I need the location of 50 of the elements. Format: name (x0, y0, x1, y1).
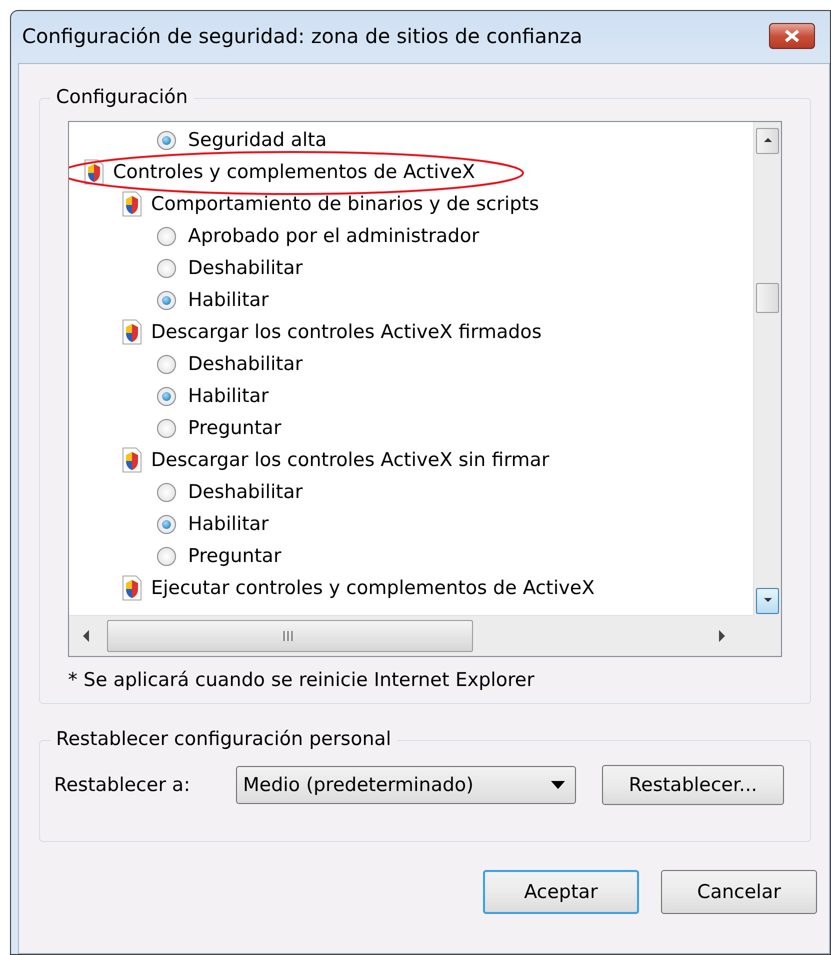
group-title: Restablecer configuración personal (50, 728, 398, 750)
option-label[interactable]: Deshabilitar (188, 353, 303, 375)
radio-button[interactable] (157, 354, 176, 374)
setting-category: Ejecutar controles y complementos de ActiveX (151, 577, 595, 599)
option-label[interactable]: Preguntar (188, 417, 282, 439)
option-label[interactable]: Deshabilitar (188, 481, 303, 503)
reset-button[interactable]: Restablecer... (602, 765, 784, 805)
horizontal-scrollbar[interactable] (69, 615, 753, 656)
shield-icon (121, 575, 143, 601)
scroll-down-icon[interactable] (756, 588, 779, 614)
scroll-up-icon[interactable] (756, 128, 779, 154)
vertical-scrollbar[interactable] (753, 122, 781, 615)
scroll-right-icon[interactable] (717, 629, 727, 643)
setting-category: Descargar los controles ActiveX sin firmar (151, 449, 550, 471)
radio-button[interactable] (157, 290, 176, 310)
close-button[interactable] (769, 23, 815, 49)
close-icon (783, 29, 801, 43)
option-label[interactable]: Habilitar (188, 289, 269, 311)
footnote: * Se aplicará cuando se reinicie Internet Explorer (68, 669, 536, 691)
window-title: Configuración de seguridad: zona de sitios de confianza (22, 24, 582, 48)
reset-label: Restablecer a: (54, 774, 192, 796)
group-title: Configuración (50, 86, 194, 108)
option-label[interactable]: Aprobado por el administrador (188, 225, 480, 247)
option-label[interactable]: Habilitar (188, 513, 269, 535)
option-label[interactable]: Seguridad alta (188, 129, 327, 151)
radio-button[interactable] (157, 386, 176, 406)
setting-category: Controles y complementos de ActiveX (113, 161, 476, 183)
setting-category: Comportamiento de binarios y de scripts (151, 193, 540, 215)
shield-icon (121, 191, 143, 217)
cancel-button[interactable]: Cancelar (661, 870, 817, 914)
radio-button[interactable] (157, 546, 176, 566)
caret-icon (551, 781, 565, 789)
scroll-left-icon[interactable] (81, 629, 91, 643)
scroll-thumb[interactable] (756, 283, 779, 313)
radio-button[interactable] (157, 226, 176, 246)
level-dropdown[interactable]: Medio (predeterminado) (236, 766, 576, 804)
ok-button[interactable]: Aceptar (483, 870, 639, 914)
radio-button[interactable] (157, 514, 176, 534)
radio-button[interactable] (157, 418, 176, 438)
radio-button[interactable] (157, 130, 176, 150)
scrollbar-corner (753, 615, 781, 656)
option-label[interactable]: Habilitar (188, 385, 269, 407)
shield-icon (121, 319, 143, 345)
option-label[interactable]: Preguntar (188, 545, 282, 567)
scroll-thumb[interactable] (107, 620, 473, 652)
option-label[interactable]: Deshabilitar (188, 257, 303, 279)
shield-icon (121, 447, 143, 473)
radio-button[interactable] (157, 258, 176, 278)
setting-category: Descargar los controles ActiveX firmados (151, 321, 542, 343)
radio-button[interactable] (157, 482, 176, 502)
